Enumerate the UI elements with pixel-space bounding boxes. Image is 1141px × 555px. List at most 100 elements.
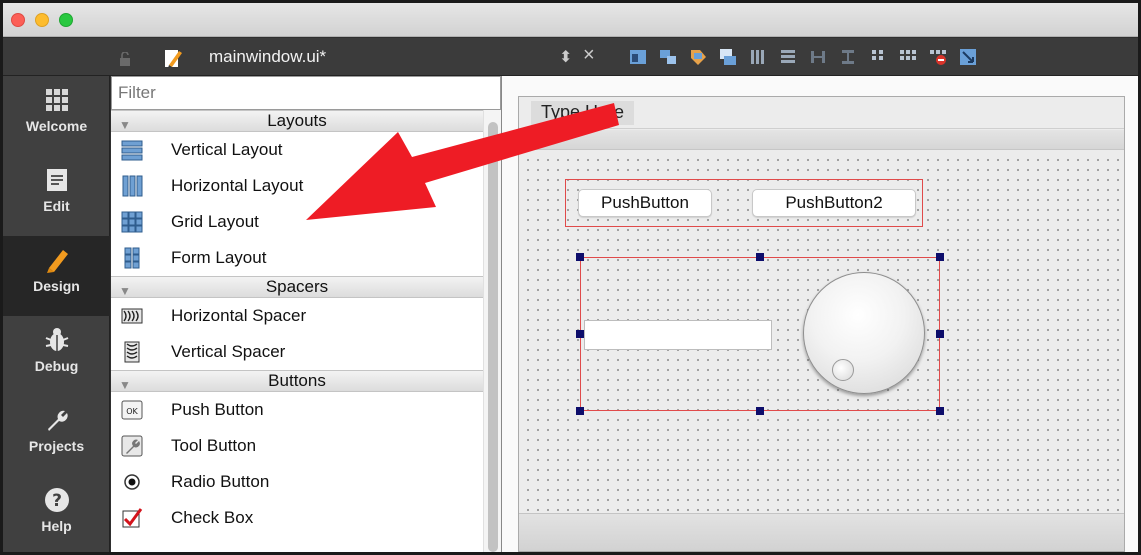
bug-icon [45,328,68,351]
lay-out-form-icon[interactable] [869,48,887,66]
document-icon [46,169,67,191]
adjust-size-icon[interactable] [959,48,977,66]
radio-button-icon [124,474,140,490]
category-title: Spacers [265,277,329,296]
widget-item-push-button[interactable]: OK Push Button [111,392,483,428]
mode-help[interactable]: ? Help [3,476,110,552]
widget-item-vertical-spacer[interactable]: Vertical Spacer [111,334,483,370]
lock-icon[interactable] [119,51,131,66]
selection-handle-right[interactable] [936,330,944,338]
push-button-1[interactable]: PushButton [578,189,712,217]
zoom-window-button[interactable] [59,13,73,27]
vertical-spacer-icon [124,341,140,363]
line-edit[interactable] [584,320,772,350]
push-button-icon: OK [121,400,143,420]
grid-layout-selected[interactable] [580,257,940,411]
central-widget[interactable]: PushButton PushButton2 [519,151,1124,511]
widget-item-label: Check Box [171,508,254,527]
widget-list: ▼ Layouts Vertical Layout Horizontal Layo… [111,110,483,552]
widget-item-form-layout[interactable]: Form Layout [111,240,483,276]
vertical-layout-icon [121,140,143,161]
scrollbar-thumb[interactable] [488,122,498,552]
wrench-icon [47,410,68,431]
horizontal-layout-icon [122,175,143,197]
lay-out-grid-icon[interactable] [899,48,917,66]
push-button-2[interactable]: PushButton2 [752,189,916,217]
break-layout-icon[interactable] [929,48,947,66]
widget-item-label: Tool Button [171,436,257,455]
category-header-spacers[interactable]: ▼ Spacers [111,276,483,298]
category-header-buttons[interactable]: ▼ Buttons [111,370,483,392]
selection-handle-bottom[interactable] [756,407,764,415]
widget-box: Filter ▼ Layouts Vertical Layout Horizont… [111,76,501,552]
title-bar [3,3,1138,37]
mode-label: Welcome [25,118,88,134]
mode-welcome[interactable]: Welcome [3,76,110,156]
svg-text:OK: OK [126,407,138,416]
svg-text:?: ? [52,491,62,511]
horizontal-spacer-icon [121,308,143,324]
mode-design[interactable]: Design [3,236,110,316]
widget-item-check-box[interactable]: Check Box [111,500,483,536]
mode-label: Design [33,278,80,294]
dial-widget[interactable] [803,272,925,394]
open-file-name[interactable]: mainwindow.ui* [209,47,326,67]
form-status-bar [519,513,1124,551]
category-title: Layouts [267,111,327,130]
close-document-icon[interactable]: × [583,44,595,67]
widget-item-label: Push Button [171,400,264,419]
mode-edit[interactable]: Edit [3,156,110,236]
grid-icon [45,89,68,111]
widget-item-horizontal-layout[interactable]: Horizontal Layout [111,168,483,204]
tool-button-icon [121,435,143,457]
app-window: mainwindow.ui* ⬍ × Welcome Edit Design D… [0,0,1141,555]
mode-debug[interactable]: Debug [3,316,110,396]
filter-input[interactable]: Filter [111,76,501,110]
widget-item-horizontal-spacer[interactable]: Horizontal Spacer [111,298,483,334]
selection-handle-top[interactable] [756,253,764,261]
edit-widgets-icon[interactable] [629,48,647,66]
edit-tab-order-icon[interactable] [719,48,737,66]
pencil-icon [46,250,68,273]
dial-notch [832,359,854,381]
widget-item-label: Horizontal Layout [171,176,304,195]
widget-item-label: Vertical Spacer [171,342,286,361]
edit-buddies-icon[interactable] [689,48,707,66]
horizontal-layout[interactable]: PushButton PushButton2 [565,179,923,227]
mode-label: Projects [28,438,85,454]
lay-out-vertical-splitter-icon[interactable] [839,48,857,66]
widget-item-vertical-layout[interactable]: Vertical Layout [111,132,483,168]
widget-item-label: Radio Button [171,472,270,491]
form-toolbar-area [519,130,1124,150]
lay-out-horizontally-icon[interactable] [749,48,767,66]
widget-item-label: Form Layout [171,248,267,267]
widget-item-tool-button[interactable]: Tool Button [111,428,483,464]
lay-out-vertically-icon[interactable] [779,48,797,66]
lay-out-horizontal-splitter-icon[interactable] [809,48,827,66]
check-box-icon [122,508,143,528]
widget-item-label: Grid Layout [171,212,259,231]
minimize-window-button[interactable] [35,13,49,27]
file-switch-icon[interactable]: ⬍ [559,47,572,67]
edit-signals-slots-icon[interactable] [659,48,677,66]
widget-item-radio-button[interactable]: Radio Button [111,464,483,500]
selection-handle-top-left[interactable] [576,253,584,261]
selection-handle-bottom-left[interactable] [576,407,584,415]
widget-item-label: Vertical Layout [171,140,283,159]
selection-handle-bottom-right[interactable] [936,407,944,415]
type-here-menu-placeholder[interactable]: Type Here [531,101,635,125]
widget-box-scrollbar[interactable] [483,110,501,552]
selection-handle-left[interactable] [576,330,584,338]
selection-handle-top-right[interactable] [936,253,944,261]
editor-toolbar: mainwindow.ui* ⬍ × [3,38,1138,76]
main-window-form[interactable]: Type Here PushButton PushButton2 [518,96,1125,552]
mode-projects[interactable]: Projects [3,396,110,476]
mode-label: Help [41,518,72,534]
category-title: Buttons [268,371,326,390]
widget-item-grid-layout[interactable]: Grid Layout [111,204,483,240]
ui-file-icon [163,47,183,69]
form-editor-area: Type Here PushButton PushButton2 [501,76,1138,552]
close-window-button[interactable] [11,13,25,27]
category-header-layouts[interactable]: ▼ Layouts [111,110,483,132]
mode-label: Edit [43,198,70,214]
